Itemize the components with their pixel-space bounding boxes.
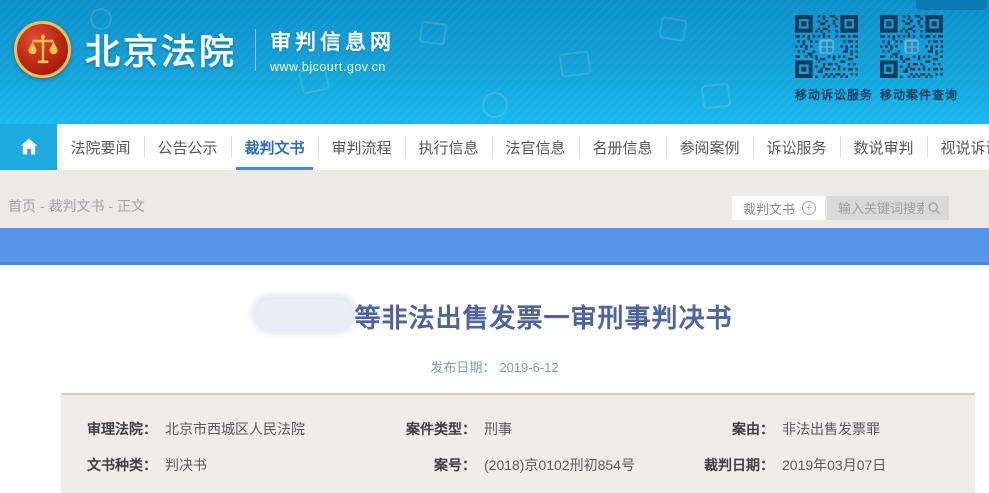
cell-label: 审理法院： [87,419,157,439]
page: 北京法院 审判信息网 www.bjcourt.gov.cn 移动诉讼服务 移动案… [0,0,989,493]
cell-case-type: 案件类型： 刑事 [390,419,690,439]
cell-value: 刑事 [484,419,512,439]
decorative-pattern-icon [419,20,448,45]
cell-case-number: 案号： (2018)京0102刑初854号 [390,455,690,475]
nav-tab-court-news[interactable]: 法院要闻 [57,124,144,170]
cell-cause-of-action: 案由： 非法出售发票罪 [690,419,975,439]
document-title: 等非法出售发票一审刑事判决书 [354,303,732,333]
nav-home-button[interactable] [0,124,57,170]
section-banner [0,228,989,265]
cell-label: 案由： [690,419,774,439]
brand-divider [255,29,256,71]
cell-document-type: 文书种类： 判决书 [61,455,390,475]
qr-label: 移动案件查询 [880,86,943,103]
qr-code-group: 移动诉讼服务 移动案件查询 [795,15,943,103]
nav-tab-judge-info[interactable]: 法官信息 [492,124,579,170]
table-row: 审理法院： 北京市西城区人民法院 案件类型： 刑事 案由： 非法出售发票罪 [61,411,975,447]
cell-value: 判决书 [165,455,207,475]
portal-url: www.bjcourt.gov.cn [270,60,395,74]
cell-label: 案件类型： [390,419,476,439]
site-brand[interactable]: 北京法院 审判信息网 www.bjcourt.gov.cn [14,21,395,78]
decorative-pattern-icon [558,50,591,78]
decorative-pattern-icon [658,16,687,42]
article-content: 等非法出售发票一审刑事判决书 发布日期： 2019-6-12 审理法院： 北京市西… [0,298,989,493]
home-icon [17,135,41,159]
search-input[interactable] [836,200,926,217]
site-name: 北京法院 [85,24,237,75]
publish-date-value: 2019-6-12 [499,360,558,375]
decorative-pattern-icon [701,83,731,110]
cell-value: 非法出售发票罪 [782,419,880,439]
publish-date-label: 发布日期： [430,360,495,375]
qr-mobile-litigation-service: 移动诉讼服务 [795,15,858,103]
header-top-tab [916,0,987,10]
nav-tab-litigation-services[interactable]: 诉讼服务 [753,124,840,170]
main-navigation: 法院要闻 公告公示 裁判文书 审判流程 执行信息 法官信息 名册信息 参阅案例 … [0,124,989,170]
portal-block: 审判信息网 www.bjcourt.gov.cn [270,26,395,74]
site-header: 北京法院 审判信息网 www.bjcourt.gov.cn 移动诉讼服务 移动案… [0,0,989,124]
breadcrumb-bar: 首页 - 裁判文书 - 正文 裁判文书 + [0,170,989,228]
qr-code-image [880,15,943,78]
publish-date-row: 发布日期： 2019-6-12 [0,357,989,376]
search-group: 裁判文书 + [732,196,949,220]
nav-tab-announcements[interactable]: 公告公示 [144,124,231,170]
cell-label: 裁判日期： [690,455,774,475]
cell-value: 北京市西城区人民法院 [165,419,305,439]
nav-tab-data-justice[interactable]: 数说审判 [840,124,927,170]
cell-judgment-date: 裁判日期： 2019年03月07日 [690,455,975,475]
court-emblem-logo [14,21,71,78]
qr-mobile-case-inquiry: 移动案件查询 [880,15,943,103]
table-row: 文书种类： 判决书 案号： (2018)京0102刑初854号 裁判日期： 20… [61,447,975,483]
nav-tab-judgment-documents[interactable]: 裁判文书 [231,124,318,170]
search-input-wrap [827,196,949,220]
nav-tab-roster-info[interactable]: 名册信息 [579,124,666,170]
search-icon [926,200,943,217]
search-button[interactable] [926,200,943,217]
nav-tab-reference-cases[interactable]: 参阅案例 [666,124,753,170]
nav-tab-enforcement-info[interactable]: 执行信息 [405,124,492,170]
search-category-select[interactable]: 裁判文书 + [732,196,825,220]
cell-value: (2018)京0102刑初854号 [484,455,635,475]
case-info-table: 审理法院： 北京市西城区人民法院 案件类型： 刑事 案由： 非法出售发票罪 文书… [61,393,975,493]
expand-plus-icon[interactable]: + [802,201,816,215]
cell-label: 文书种类： [87,455,157,475]
document-title-row: 等非法出售发票一审刑事判决书 [0,298,989,335]
search-category-label: 裁判文书 [743,199,795,218]
portal-name: 审判信息网 [270,26,395,56]
breadcrumb[interactable]: 首页 - 裁判文书 - 正文 [8,196,145,216]
decorative-pattern-icon [482,92,508,118]
cell-trial-court: 审理法院： 北京市西城区人民法院 [61,419,390,439]
scales-of-justice-icon [25,32,61,68]
redacted-name-blur [256,299,352,329]
nav-tab-video-litigation[interactable]: 视说诉讼 [927,124,989,170]
qr-label: 移动诉讼服务 [795,86,858,103]
nav-tab-trial-process[interactable]: 审判流程 [318,124,405,170]
qr-code-image [795,15,858,78]
cell-label: 案号： [390,455,476,475]
cell-value: 2019年03月07日 [782,455,886,475]
